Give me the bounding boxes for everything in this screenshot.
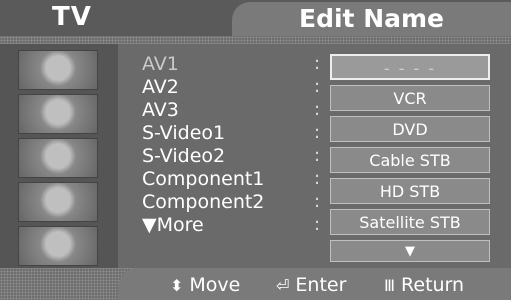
edit-name-list: AV1 AV2 AV3 S-Video1 S-Video2 Component1… [118, 44, 511, 268]
return-label: Return [401, 274, 465, 296]
header-bar: TV Edit Name [0, 0, 511, 36]
setup-menu-icon[interactable] [18, 182, 98, 222]
more-link[interactable]: ▼More [142, 215, 204, 235]
picture-menu-icon[interactable] [18, 50, 98, 90]
move-hint: ⬍ Move [170, 274, 240, 296]
tv-osd-screen: TV Edit Name AV1 AV2 AV3 S-Video1 S-Vide… [0, 0, 511, 300]
name-option-dvd[interactable]: DVD [330, 116, 490, 142]
name-option-hd-stb[interactable]: HD STB [330, 178, 490, 204]
separator-colon: : [314, 99, 321, 120]
input-menu-icon[interactable] [18, 226, 98, 266]
separator-colon: : [314, 53, 321, 74]
move-label: Move [189, 274, 241, 296]
input-label-svideo2[interactable]: S-Video2 [142, 146, 225, 166]
separator-colon: : [314, 145, 321, 166]
input-label-av3[interactable]: AV3 [142, 100, 179, 120]
separator-colon: : [314, 122, 321, 143]
enter-label: Enter [295, 274, 347, 296]
mode-title: TV [52, 2, 92, 32]
menu-icon-column [0, 44, 118, 268]
footer-help-bar: ⬍ Move ⏎ Enter Ⅲ Return [118, 268, 511, 300]
enter-icon: ⏎ [276, 276, 290, 295]
separator-colon: : [314, 214, 321, 235]
title-tab: Edit Name [232, 2, 511, 36]
name-option-vcr[interactable]: VCR [330, 85, 490, 111]
return-icon: Ⅲ [384, 276, 396, 295]
page-title: Edit Name [299, 4, 444, 33]
separator-colon: : [314, 191, 321, 212]
name-option-blank[interactable]: - - - - [330, 54, 490, 80]
return-hint: Ⅲ Return [384, 274, 464, 296]
name-option-cable-stb[interactable]: Cable STB [330, 147, 490, 173]
name-option-satellite-stb[interactable]: Satellite STB [330, 209, 490, 235]
input-label-svideo1[interactable]: S-Video1 [142, 123, 225, 143]
move-icon: ⬍ [170, 276, 184, 295]
input-label-component2[interactable]: Component2 [142, 192, 264, 212]
separator-colon: : [314, 168, 321, 189]
sound-menu-icon[interactable] [18, 94, 98, 134]
channel-menu-icon[interactable] [18, 138, 98, 178]
scroll-down-arrow-icon[interactable]: ▼ [330, 240, 490, 262]
input-label-av2[interactable]: AV2 [142, 77, 179, 97]
separator-colon: : [314, 76, 321, 97]
input-label-component1[interactable]: Component1 [142, 169, 264, 189]
enter-hint: ⏎ Enter [276, 274, 346, 296]
input-label-av1[interactable]: AV1 [142, 54, 179, 74]
